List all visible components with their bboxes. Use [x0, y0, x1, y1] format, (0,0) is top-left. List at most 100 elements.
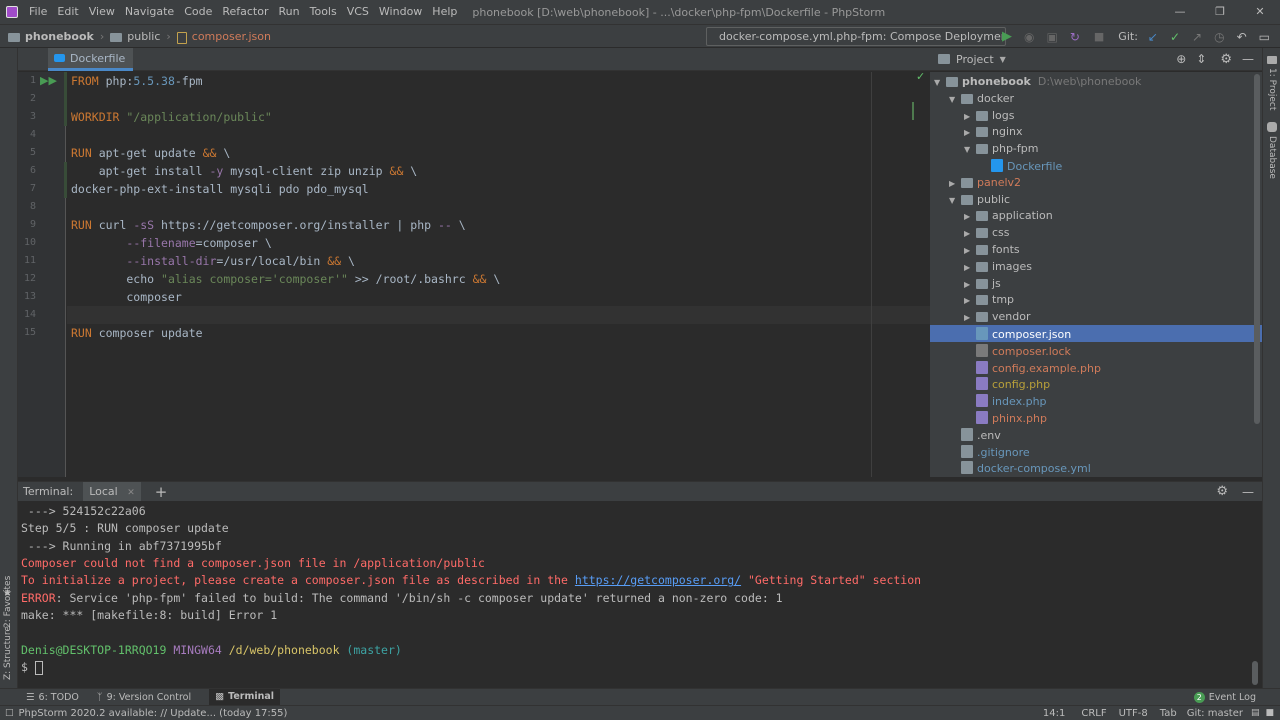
tab-dockerfile[interactable]: Dockerfile [48, 48, 134, 71]
layout-icon[interactable]: ▭ [1259, 30, 1270, 44]
coverage-icon[interactable]: ▣ [1046, 30, 1057, 44]
tree-item[interactable]: index.php [964, 392, 1047, 409]
menu-window[interactable]: Window [374, 0, 427, 24]
rollback-icon[interactable]: ↶ [1237, 30, 1247, 44]
locate-icon[interactable]: ⊕ [1176, 52, 1186, 66]
add-terminal-icon[interactable]: + [155, 483, 168, 501]
tab-local[interactable]: Local ✕ [83, 481, 141, 502]
breadcrumb-public[interactable]: public [127, 30, 160, 43]
tree-item[interactable]: ▼ public [949, 191, 1010, 208]
run-configuration-select[interactable]: docker-compose.yml.php-fpm: Compose Depl… [706, 27, 1006, 46]
chevron-down-icon[interactable]: ▼ [1000, 55, 1006, 64]
project-view-select[interactable]: Project [956, 53, 994, 66]
tree-item[interactable]: ▶ tmp [964, 291, 1014, 308]
project-scrollbar[interactable] [1254, 74, 1260, 424]
menu-help[interactable]: Help [427, 0, 462, 24]
git-branch[interactable]: Git: master [1187, 708, 1243, 719]
hide-panel-icon[interactable]: — [1242, 52, 1254, 66]
tree-item[interactable]: phinx.php [964, 409, 1047, 426]
tree-item[interactable]: ▼ phonebook D:\web\phonebook [934, 73, 1141, 90]
code-editor[interactable]: ▶▶ ✓ 1 2 3 4 5 6 7 8 9 10 11 12 13 14 15… [18, 70, 930, 477]
debug-icon[interactable]: ◉ [1024, 30, 1034, 44]
tree-item[interactable]: ▶ images [964, 258, 1032, 275]
lock-icon[interactable]: ▤ [1251, 708, 1260, 718]
structure-tool-button[interactable]: Z: Structure [3, 626, 13, 680]
tree-item[interactable]: Dockerfile [979, 157, 1062, 174]
favorites-tool-button[interactable]: 2: Favorites [3, 576, 13, 628]
expanded-arrow-icon[interactable]: ▼ [949, 91, 961, 108]
menu-edit[interactable]: Edit [52, 0, 83, 24]
terminal-scrollbar[interactable] [1252, 661, 1258, 685]
indent-setting[interactable]: Tab [1160, 708, 1177, 719]
collapsed-arrow-icon[interactable]: ▶ [964, 225, 976, 242]
tree-item[interactable]: ▶ js [964, 275, 1001, 292]
expanded-arrow-icon[interactable]: ▼ [934, 74, 946, 91]
todo-tool-button[interactable]: ☰ 6: TODO [26, 692, 79, 703]
collapsed-arrow-icon[interactable]: ▶ [964, 309, 976, 326]
menu-tools[interactable]: Tools [305, 0, 342, 24]
menu-run[interactable]: Run [274, 0, 305, 24]
tree-item[interactable]: ▶ nginx [964, 123, 1023, 140]
collapsed-arrow-icon[interactable]: ▶ [964, 124, 976, 141]
version-control-tool-button[interactable]: ᛉ 9: Version Control [97, 692, 191, 703]
menu-vcs[interactable]: VCS [342, 0, 374, 24]
git-update-icon[interactable]: ↙ [1148, 30, 1158, 44]
menu-file[interactable]: File [24, 0, 52, 24]
breadcrumb-composer-json[interactable]: composer.json [192, 30, 271, 43]
tree-item[interactable]: ▼ php-fpm [964, 140, 1038, 157]
collapsed-arrow-icon[interactable]: ▶ [964, 242, 976, 259]
status-message[interactable]: PhpStorm 2020.2 available: // Update... … [19, 708, 288, 719]
maximize-icon[interactable]: ❐ [1200, 0, 1240, 24]
close-icon[interactable]: ✕ [1240, 0, 1280, 24]
file-encoding[interactable]: UTF-8 [1119, 708, 1148, 719]
hide-panel-icon[interactable]: — [1242, 485, 1254, 499]
tree-item[interactable]: composer.lock [964, 342, 1071, 359]
menu-view[interactable]: View [84, 0, 120, 24]
collapsed-arrow-icon[interactable]: ▶ [964, 259, 976, 276]
menu-code[interactable]: Code [179, 0, 217, 24]
breadcrumb-phonebook[interactable]: phonebook [25, 30, 94, 43]
history-icon[interactable]: ◷ [1214, 30, 1224, 44]
rerun-icon[interactable]: ↻ [1070, 30, 1080, 44]
status-toggle-icon[interactable]: □ [5, 708, 14, 718]
terminal-tool-button[interactable]: ▩ Terminal [209, 689, 281, 705]
project-tool-button[interactable]: 1: Project [1267, 68, 1277, 110]
collapsed-arrow-icon[interactable]: ▶ [964, 108, 976, 125]
expanded-arrow-icon[interactable]: ▼ [964, 141, 976, 158]
expanded-arrow-icon[interactable]: ▼ [949, 192, 961, 209]
collapsed-arrow-icon[interactable]: ▶ [964, 292, 976, 309]
menu-refactor[interactable]: Refactor [217, 0, 273, 24]
terminal-output[interactable]: ---> 524152c22a06 Step 5/5 : RUN compose… [18, 501, 1262, 688]
run-gutter-icon[interactable]: ▶▶ [40, 74, 57, 87]
getcomposer-link[interactable]: https://getcomposer.org/ [575, 573, 741, 587]
event-log-button[interactable]: 2 Event Log [1193, 691, 1256, 703]
stop-icon[interactable]: ■ [1094, 30, 1104, 43]
line-separator[interactable]: CRLF [1081, 708, 1106, 719]
database-tool-button[interactable]: Database [1267, 136, 1277, 179]
collapsed-arrow-icon[interactable]: ▶ [964, 208, 976, 225]
tree-item[interactable]: ▶ fonts [964, 241, 1020, 258]
minimize-icon[interactable]: — [1160, 0, 1200, 24]
tree-item[interactable]: config.example.php [964, 359, 1101, 376]
settings-gear-icon[interactable]: ⚙ [1216, 484, 1228, 499]
tree-item[interactable]: docker-compose.yml [949, 459, 1091, 476]
git-push-icon[interactable]: ↗ [1192, 30, 1202, 44]
tree-item[interactable]: ▼ docker [949, 90, 1014, 107]
project-tree[interactable]: ▼ phonebook D:\web\phonebook ▼ docker ▶ logs ▶… [930, 72, 1262, 477]
settings-gear-icon[interactable]: ⚙ [1220, 52, 1232, 67]
tree-item[interactable]: .gitignore [949, 443, 1030, 460]
collapsed-arrow-icon[interactable]: ▶ [964, 276, 976, 293]
menu-navigate[interactable]: Navigate [120, 0, 179, 24]
collapsed-arrow-icon[interactable]: ▶ [949, 175, 961, 192]
tree-item[interactable]: ▶ panelv2 [949, 174, 1021, 191]
tree-item[interactable]: config.php [964, 375, 1050, 392]
tree-item[interactable]: composer.json [930, 325, 1262, 342]
terminal-input-line[interactable]: $ [21, 659, 43, 676]
tree-item[interactable]: ▶ logs [964, 107, 1015, 124]
tree-item[interactable]: ▶ css [964, 224, 1010, 241]
tree-item[interactable]: ▶ application [964, 207, 1053, 224]
run-icon[interactable]: ▶ [1002, 29, 1012, 44]
tree-item[interactable]: .env [949, 426, 1001, 443]
tree-item[interactable]: ▶ vendor [964, 308, 1030, 325]
collapse-all-icon[interactable]: ⇕ [1196, 52, 1206, 66]
